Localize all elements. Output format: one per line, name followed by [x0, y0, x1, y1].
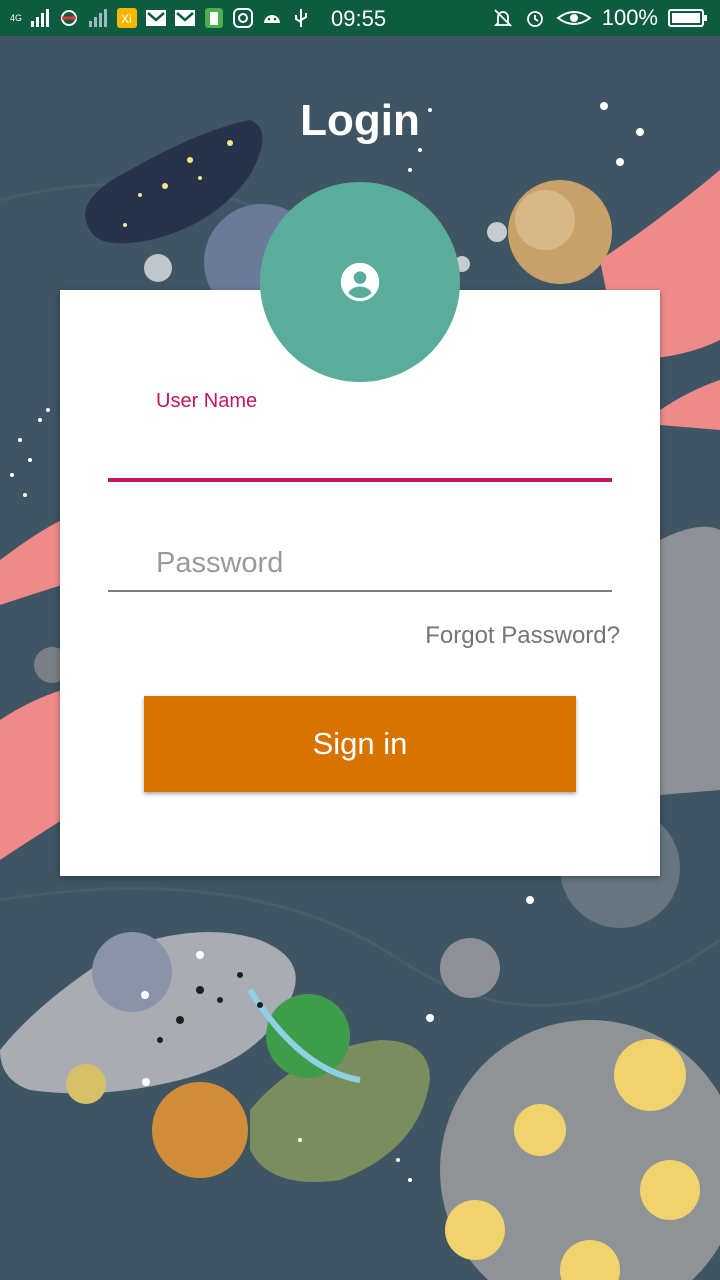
eye-icon — [556, 7, 592, 29]
forgot-password-link[interactable]: Forgot Password? — [425, 622, 620, 650]
avatar — [260, 182, 460, 382]
alarm-icon — [524, 7, 546, 29]
signal-icon — [29, 7, 51, 29]
page-title: Login — [300, 96, 420, 145]
usb-icon — [290, 7, 312, 29]
status-bar: 4G Xi 09:55 100% — [0, 0, 720, 36]
bell-off-icon — [492, 7, 514, 29]
mail-2-icon — [174, 7, 196, 29]
username-label: User Name — [156, 390, 258, 412]
username-field[interactable] — [108, 420, 612, 482]
svg-text:Xi: Xi — [121, 12, 132, 26]
network-type-label: 4G — [10, 12, 23, 23]
mail-icon — [145, 7, 167, 29]
status-bar-left: 4G Xi — [10, 7, 312, 29]
sign-in-button[interactable]: Sign in — [144, 696, 576, 792]
status-bar-right: 100% — [492, 0, 708, 36]
battery-icon — [668, 7, 708, 29]
data-off-icon — [58, 7, 80, 29]
status-time: 09:55 — [331, 6, 387, 31]
instagram-icon — [232, 7, 254, 29]
battery-saver-icon — [203, 7, 225, 29]
account-circle-icon — [340, 262, 380, 302]
password-field[interactable] — [108, 536, 612, 592]
xiaomi-icon: Xi — [116, 7, 138, 29]
android-icon — [261, 7, 283, 29]
signal-2-icon — [87, 7, 109, 29]
battery-percent: 100% — [601, 5, 658, 30]
